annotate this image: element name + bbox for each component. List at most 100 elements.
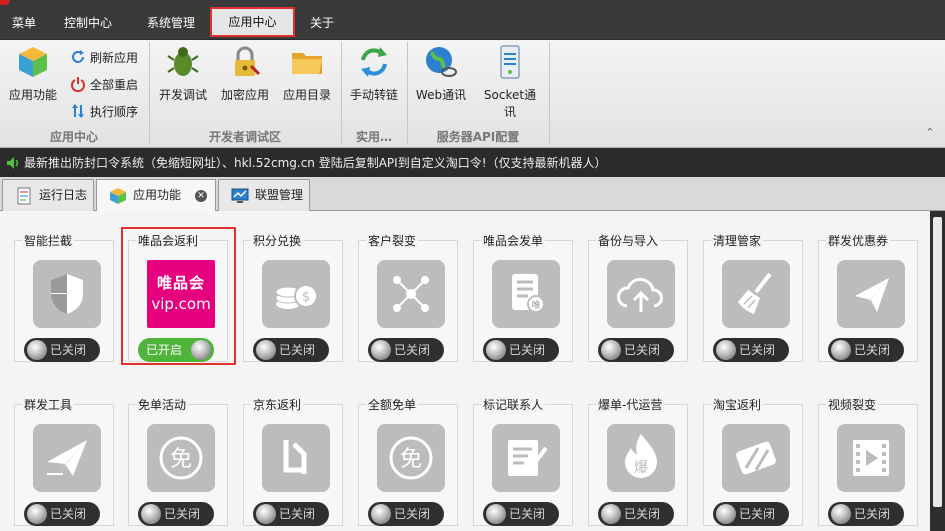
- app-card[interactable]: 唯品会发单唯已关闭: [473, 232, 573, 362]
- cloud-upload-icon[interactable]: [607, 260, 675, 328]
- execution-order-button[interactable]: 执行顺序: [70, 102, 138, 122]
- app-card[interactable]: 标记联系人 已关闭: [473, 396, 573, 526]
- group-label-app-center: 应用中心: [49, 130, 98, 144]
- tab-run-log[interactable]: 运行日志: [2, 179, 94, 211]
- toggle-state-label: 已关闭: [394, 507, 431, 521]
- lock-icon: [235, 46, 261, 76]
- app-card-title: 群发工具: [22, 396, 75, 413]
- app-toggle-switch[interactable]: 已关闭: [138, 502, 214, 526]
- dev-debug-button[interactable]: 开发调试: [154, 44, 212, 103]
- app-toggle-switch[interactable]: 已关闭: [713, 502, 789, 526]
- app-toggle-switch[interactable]: 已关闭: [368, 502, 444, 526]
- app-functions-button[interactable]: 应用功能: [4, 44, 62, 103]
- share-network-icon[interactable]: [377, 260, 445, 328]
- notice-text: 最新推出防封口令系统（免缩短网址）、hkl.52cmg.cn 登陆后复制API到…: [24, 156, 607, 170]
- encrypt-app-button[interactable]: 加密应用: [216, 44, 274, 103]
- app-card[interactable]: 京东返利 已关闭: [243, 396, 343, 526]
- refresh-apps-button[interactable]: 刷新应用: [70, 48, 138, 68]
- app-card[interactable]: 客户裂变 已关闭: [358, 232, 458, 362]
- app-card[interactable]: 视频裂变 已关闭: [818, 396, 918, 526]
- toggle-state-label: 已关闭: [509, 343, 546, 357]
- scrollbar-thumb[interactable]: [933, 217, 942, 507]
- app-card-title: 免单活动: [136, 396, 189, 413]
- app-toggle-switch[interactable]: 已关闭: [598, 338, 674, 362]
- app-toggle-switch[interactable]: 已关闭: [253, 502, 329, 526]
- refresh-icon: [72, 50, 84, 63]
- collapse-ribbon-icon[interactable]: ⌃: [923, 126, 937, 140]
- manual-convert-link-button[interactable]: 手动转链: [346, 44, 402, 103]
- app-toggle-switch[interactable]: 已关闭: [598, 502, 674, 526]
- jd-icon[interactable]: [262, 424, 330, 492]
- app-card-title: 爆单-代运营: [596, 396, 665, 413]
- svg-text:$: $: [302, 290, 310, 305]
- app-card[interactable]: 积分兑换 $ 已关闭: [243, 232, 343, 362]
- cube-icon: [110, 188, 126, 204]
- group-label-server: 服务器API配置: [436, 130, 520, 144]
- app-card[interactable]: 群发工具 已关闭: [14, 396, 114, 526]
- coins-icon[interactable]: $: [262, 260, 330, 328]
- toggle-state-label: 已关闭: [509, 507, 546, 521]
- app-card[interactable]: 清理管家 已关闭: [703, 232, 803, 362]
- tab-alliance-management[interactable]: 联盟管理: [218, 179, 310, 211]
- app-toggle-switch[interactable]: 已关闭: [483, 338, 559, 362]
- edit-note-icon[interactable]: [492, 424, 560, 492]
- app-card[interactable]: 免单活动免已关闭: [128, 396, 228, 526]
- app-logo: [0, 0, 10, 5]
- app-card-title: 备份与导入: [596, 232, 661, 249]
- app-card[interactable]: 淘宝返利 已关闭: [703, 396, 803, 526]
- app-toggle-switch[interactable]: 已关闭: [483, 502, 559, 526]
- notice-bar: 最新推出防封口令系统（免缩短网址）、hkl.52cmg.cn 登陆后复制API到…: [0, 149, 945, 177]
- close-tab-icon[interactable]: ✕: [195, 190, 207, 202]
- app-card[interactable]: 爆单-代运营爆已关闭: [588, 396, 688, 526]
- app-card[interactable]: 全额免单免已关闭: [358, 396, 458, 526]
- tab-app-functions[interactable]: 应用功能 ✕: [96, 179, 216, 212]
- app-card-title: 积分兑换: [251, 232, 304, 249]
- broom-icon[interactable]: [722, 260, 790, 328]
- app-toggle-switch[interactable]: 已关闭: [253, 338, 329, 362]
- shield-icon[interactable]: [33, 260, 101, 328]
- manual-convert-link-label: 手动转链: [349, 88, 398, 102]
- toggle-knob: [141, 504, 161, 524]
- app-toggle-switch[interactable]: 已关闭: [368, 338, 444, 362]
- menu-item-about[interactable]: 关于: [302, 8, 342, 38]
- toggle-state-label: 已关闭: [394, 343, 431, 357]
- socket-communication-button[interactable]: Socket通讯: [478, 44, 542, 120]
- free-badge-icon[interactable]: 免: [147, 424, 215, 492]
- menu-item-control-center[interactable]: 控制中心: [56, 8, 120, 38]
- app-card-title: 视频裂变: [826, 396, 879, 413]
- tab-run-log-label: 运行日志: [39, 188, 88, 202]
- app-directory-button[interactable]: 应用目录: [278, 44, 336, 103]
- send-plane-icon[interactable]: [33, 424, 101, 492]
- cube-icon: [19, 47, 47, 77]
- app-toggle-switch[interactable]: 已关闭: [24, 502, 100, 526]
- refresh-apps-label: 刷新应用: [90, 51, 139, 65]
- fire-icon[interactable]: 爆: [607, 424, 675, 492]
- menu-item-menu[interactable]: 菜单: [4, 8, 44, 38]
- app-toggle-switch[interactable]: 已关闭: [713, 338, 789, 362]
- free-badge-icon[interactable]: 免: [377, 424, 445, 492]
- menu-bar: 菜单 控制中心 系统管理 应用中心 关于: [0, 0, 945, 40]
- app-card[interactable]: 备份与导入 已关闭: [588, 232, 688, 362]
- bug-icon: [167, 47, 199, 76]
- film-icon[interactable]: [837, 424, 905, 492]
- app-toggle-switch[interactable]: 已关闭: [828, 502, 904, 526]
- menu-item-system-management[interactable]: 系统管理: [138, 8, 204, 38]
- toggle-knob: [486, 504, 506, 524]
- app-card-title: 全额免单: [366, 396, 419, 413]
- paper-plane-icon[interactable]: [837, 260, 905, 328]
- app-toggle-switch[interactable]: 已关闭: [24, 338, 100, 362]
- app-toggle-switch[interactable]: 已关闭: [828, 338, 904, 362]
- toggle-state-label: 已关闭: [279, 507, 316, 521]
- taobao-icon[interactable]: [722, 424, 790, 492]
- app-card[interactable]: 智能拦截 已关闭: [14, 232, 114, 362]
- ribbon-toolbar: 应用功能 刷新应用 全部重启 执行顺序 应用中心 开发调试 加密应用 应用目录 …: [0, 40, 945, 148]
- vertical-scrollbar[interactable]: [930, 211, 945, 531]
- toggle-knob: [256, 504, 276, 524]
- tab-app-functions-label: 应用功能: [133, 188, 182, 202]
- toggle-state-label: 已关闭: [164, 507, 201, 521]
- app-card[interactable]: 群发优惠券 已关闭: [818, 232, 918, 362]
- document-vip-icon[interactable]: 唯: [492, 260, 560, 328]
- restart-all-button[interactable]: 全部重启: [70, 75, 138, 95]
- menu-item-app-center[interactable]: 应用中心: [210, 7, 295, 37]
- web-communication-button[interactable]: Web通讯: [412, 44, 470, 103]
